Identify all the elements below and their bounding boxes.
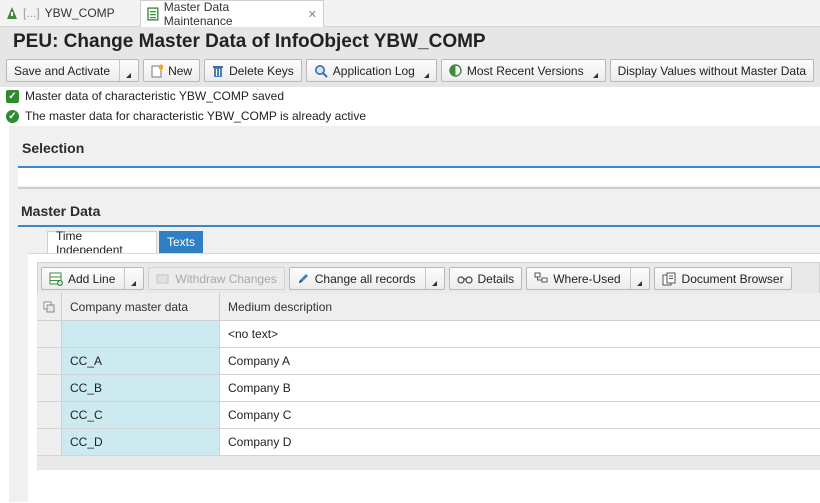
message-active: ✓ The master data for characteristic YBW… — [6, 109, 366, 123]
dropdown-arrow-icon[interactable] — [119, 60, 134, 81]
message-saved: ✓ Master data of characteristic YBW_COMP… — [6, 89, 284, 103]
section-separator — [18, 187, 820, 189]
checkmark-icon: ✓ — [6, 109, 19, 123]
master-data-divider — [18, 225, 820, 227]
tab-ybw-comp[interactable]: [...] YBW_COMP — [0, 0, 138, 26]
delete-keys-button[interactable]: Delete Keys — [204, 59, 302, 82]
save-and-activate-label: Save and Activate — [14, 63, 111, 78]
company-cell[interactable]: CC_B — [62, 375, 220, 401]
application-log-label: Application Log — [332, 63, 415, 78]
documents-icon — [662, 272, 676, 285]
tab-blurred-prefix: [...] — [23, 6, 40, 20]
message-text: The master data for characteristic YBW_C… — [25, 109, 367, 123]
table-footer — [37, 456, 820, 470]
master-data-heading: Master Data — [21, 203, 101, 219]
row-selector[interactable] — [37, 402, 62, 428]
withdraw-changes-label: Withdraw Changes — [175, 271, 277, 286]
grid-toolbar: Add Line Withdraw Changes Change all rec… — [41, 267, 792, 290]
dropdown-arrow-icon[interactable] — [592, 60, 601, 81]
row-selector[interactable] — [37, 321, 62, 347]
tab-label: Master Data Maintenance — [163, 0, 233, 28]
most-recent-versions-label: Most Recent Versions — [466, 63, 584, 78]
glasses-icon — [456, 275, 473, 284]
tab-texts[interactable]: Texts — [159, 231, 203, 253]
table-row[interactable]: CC_A Company A — [37, 348, 820, 375]
table-header: Company master data Medium description — [37, 293, 820, 321]
column-header-company[interactable]: Company master data — [62, 293, 220, 320]
new-button[interactable]: New — [143, 59, 201, 82]
add-line-button[interactable]: Add Line — [41, 267, 145, 290]
dropdown-arrow-icon[interactable] — [124, 268, 139, 289]
new-label: New — [168, 63, 193, 78]
page-title: PEU: Change Master Data of InfoObject YB… — [13, 31, 486, 52]
dropdown-arrow-icon[interactable] — [629, 268, 645, 289]
row-selector[interactable] — [37, 429, 62, 455]
change-all-records-button[interactable]: Change all records — [288, 267, 445, 290]
save-and-activate-button[interactable]: Save and Activate — [6, 59, 140, 82]
description-cell[interactable]: Company C — [220, 402, 820, 428]
trash-icon — [213, 65, 224, 77]
undo-icon — [156, 274, 169, 283]
where-used-label: Where-Used — [553, 271, 621, 286]
description-cell[interactable]: Company D — [220, 429, 820, 455]
message-text: Master data of characteristic YBW_COMP s… — [25, 89, 284, 103]
display-values-label: Display Values without Master Data — [617, 63, 807, 78]
where-used-button[interactable]: Where-Used — [526, 267, 650, 290]
column-header-description[interactable]: Medium description — [220, 293, 820, 320]
application-log-button[interactable]: Application Log — [305, 59, 437, 82]
main-toolbar: Save and Activate New Delete Keys Applic… — [6, 59, 815, 82]
selection-heading: Selection — [22, 140, 85, 156]
infoobject-icon — [7, 7, 17, 19]
description-cell[interactable]: <no text> — [220, 321, 820, 347]
company-cell[interactable]: CC_D — [62, 429, 220, 455]
dropdown-arrow-icon[interactable] — [423, 60, 432, 81]
table-row[interactable]: <no text> — [37, 321, 820, 348]
company-cell[interactable]: CC_A — [62, 348, 220, 374]
select-all-icon — [43, 301, 55, 312]
details-label: Details — [477, 271, 515, 286]
master-data-table: Company master data Medium description <… — [37, 293, 820, 470]
add-line-label: Add Line — [68, 271, 116, 286]
dropdown-arrow-icon[interactable] — [424, 268, 440, 289]
where-used-icon — [534, 272, 548, 282]
change-all-records-label: Change all records — [314, 271, 416, 286]
close-icon[interactable]: ✕ — [308, 8, 317, 21]
tab-label: YBW_COMP — [44, 6, 115, 20]
description-cell[interactable]: Company B — [220, 375, 820, 401]
search-icon — [314, 64, 328, 78]
delete-keys-label: Delete Keys — [229, 63, 294, 78]
table-row[interactable]: CC_C Company C — [37, 402, 820, 429]
row-selector[interactable] — [37, 375, 62, 401]
checkmark-icon: ✓ — [6, 89, 19, 103]
add-row-icon — [49, 272, 63, 286]
display-values-button[interactable]: Display Values without Master Data — [609, 59, 815, 82]
description-cell[interactable]: Company A — [220, 348, 820, 374]
new-document-icon — [151, 64, 164, 77]
half-circle-icon — [449, 64, 462, 77]
company-cell[interactable]: CC_C — [62, 402, 220, 428]
withdraw-changes-button[interactable]: Withdraw Changes — [148, 267, 285, 290]
tab-time-independent[interactable]: Time Independent — [47, 229, 157, 257]
row-selector[interactable] — [37, 348, 62, 374]
company-cell[interactable] — [62, 321, 220, 347]
table-row[interactable]: CC_D Company D — [37, 429, 820, 456]
editor-tab-bar: [...] YBW_COMP Master Data Maintenance ✕ — [0, 0, 820, 28]
document-icon — [147, 7, 159, 21]
selection-panel — [18, 168, 820, 186]
document-browser-label: Document Browser — [681, 271, 784, 286]
document-browser-button[interactable]: Document Browser — [653, 267, 792, 290]
pencil-icon — [298, 274, 308, 283]
tab-master-data-maintenance[interactable]: Master Data Maintenance ✕ — [140, 0, 324, 28]
select-all-cell[interactable] — [37, 293, 62, 320]
details-button[interactable]: Details — [448, 267, 523, 290]
table-row[interactable]: CC_B Company B — [37, 375, 820, 402]
most-recent-versions-button[interactable]: Most Recent Versions — [440, 59, 606, 82]
